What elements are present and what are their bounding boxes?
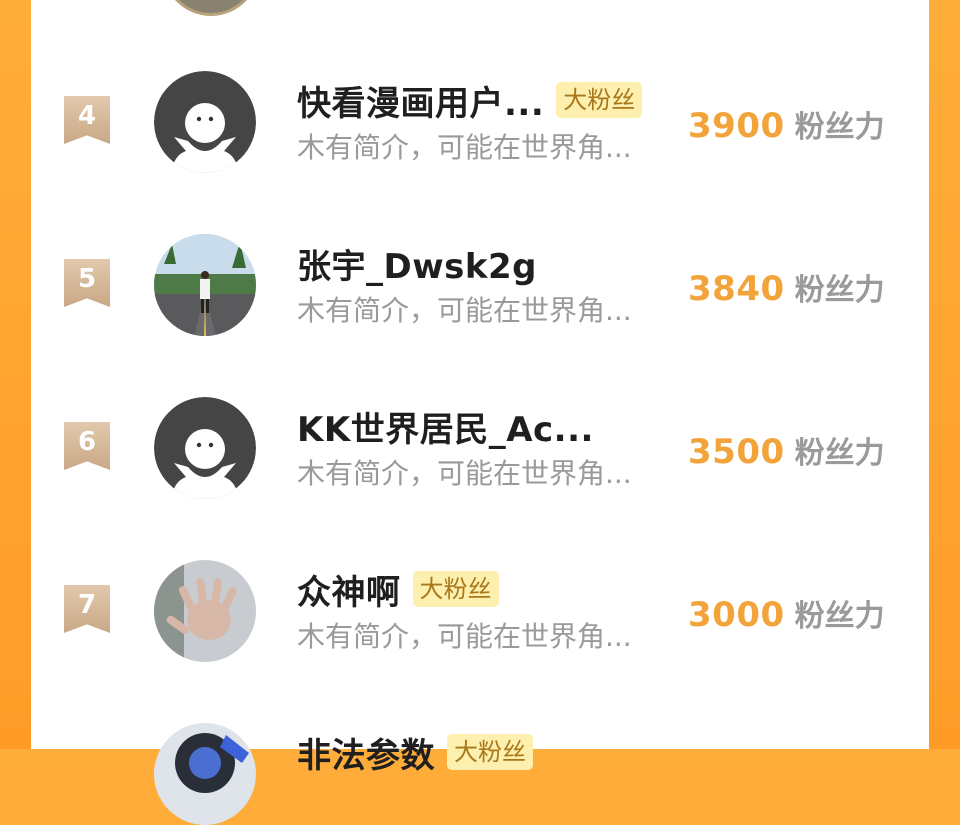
default-avatar[interactable] <box>154 397 256 499</box>
user-bio: 木有简介，可能在世界角... <box>297 457 632 490</box>
user-name[interactable]: 众神啊 <box>297 565 401 614</box>
big-fan-badge: 大粉丝 <box>556 82 643 118</box>
big-fan-badge: 大粉丝 <box>412 571 499 607</box>
photo-avatar[interactable] <box>154 723 256 825</box>
user-bio: 木有简介，可能在世界角... <box>297 620 632 653</box>
ranking-row-5[interactable]: 5 张宇_Dwsk2g 木有简介，可能在世界角... 3840 粉丝力 <box>0 203 960 366</box>
photo-avatar[interactable] <box>154 234 256 336</box>
user-bio: 木有简介，可能在世界角... <box>297 294 632 327</box>
user-name[interactable]: 张宇_Dwsk2g <box>297 239 537 288</box>
fan-power-value: 3000 <box>688 595 785 635</box>
fan-power: 3900 粉丝力 <box>688 102 885 146</box>
fan-power: 3000 粉丝力 <box>688 591 885 635</box>
fan-power-unit: 粉丝力 <box>794 110 885 145</box>
photo-avatar[interactable] <box>154 560 256 662</box>
rank-badge: 7 <box>64 585 110 633</box>
user-name[interactable]: KK世界居民_Ac... <box>297 402 594 451</box>
rank-badge: 5 <box>64 259 110 307</box>
rank-badge: 4 <box>64 96 110 144</box>
user-bio: 木有简介，可能在世界角... <box>297 131 632 164</box>
fan-power-unit: 粉丝力 <box>794 436 885 471</box>
ranking-row-4[interactable]: 4 快看漫画用户... 大粉丝 木有简介，可能在世界角... 3900 粉丝力 <box>0 40 960 203</box>
user-name[interactable]: 非法参数 <box>297 728 435 777</box>
ranking-row-7[interactable]: 7 众神啊 大粉丝 木有简介，可能在世界角... 3000 粉丝力 <box>0 529 960 692</box>
ranking-row-8[interactable]: 非法参数 大粉丝 <box>0 692 960 825</box>
fan-power-value: 3500 <box>688 432 785 472</box>
rank-badge: 6 <box>64 422 110 470</box>
fan-power-value: 3900 <box>688 106 785 146</box>
fan-power-unit: 粉丝力 <box>794 273 885 308</box>
user-name[interactable]: 快看漫画用户... <box>297 76 544 125</box>
fan-power-value: 3840 <box>688 269 785 309</box>
fan-power-unit: 粉丝力 <box>794 599 885 634</box>
fan-power: 3840 粉丝力 <box>688 265 885 309</box>
ranking-row-6[interactable]: 6 KK世界居民_Ac... 木有简介，可能在世界角... 3500 粉丝力 <box>0 366 960 529</box>
default-avatar[interactable] <box>154 71 256 173</box>
big-fan-badge: 大粉丝 <box>447 734 533 770</box>
fan-power: 3500 粉丝力 <box>688 428 885 472</box>
